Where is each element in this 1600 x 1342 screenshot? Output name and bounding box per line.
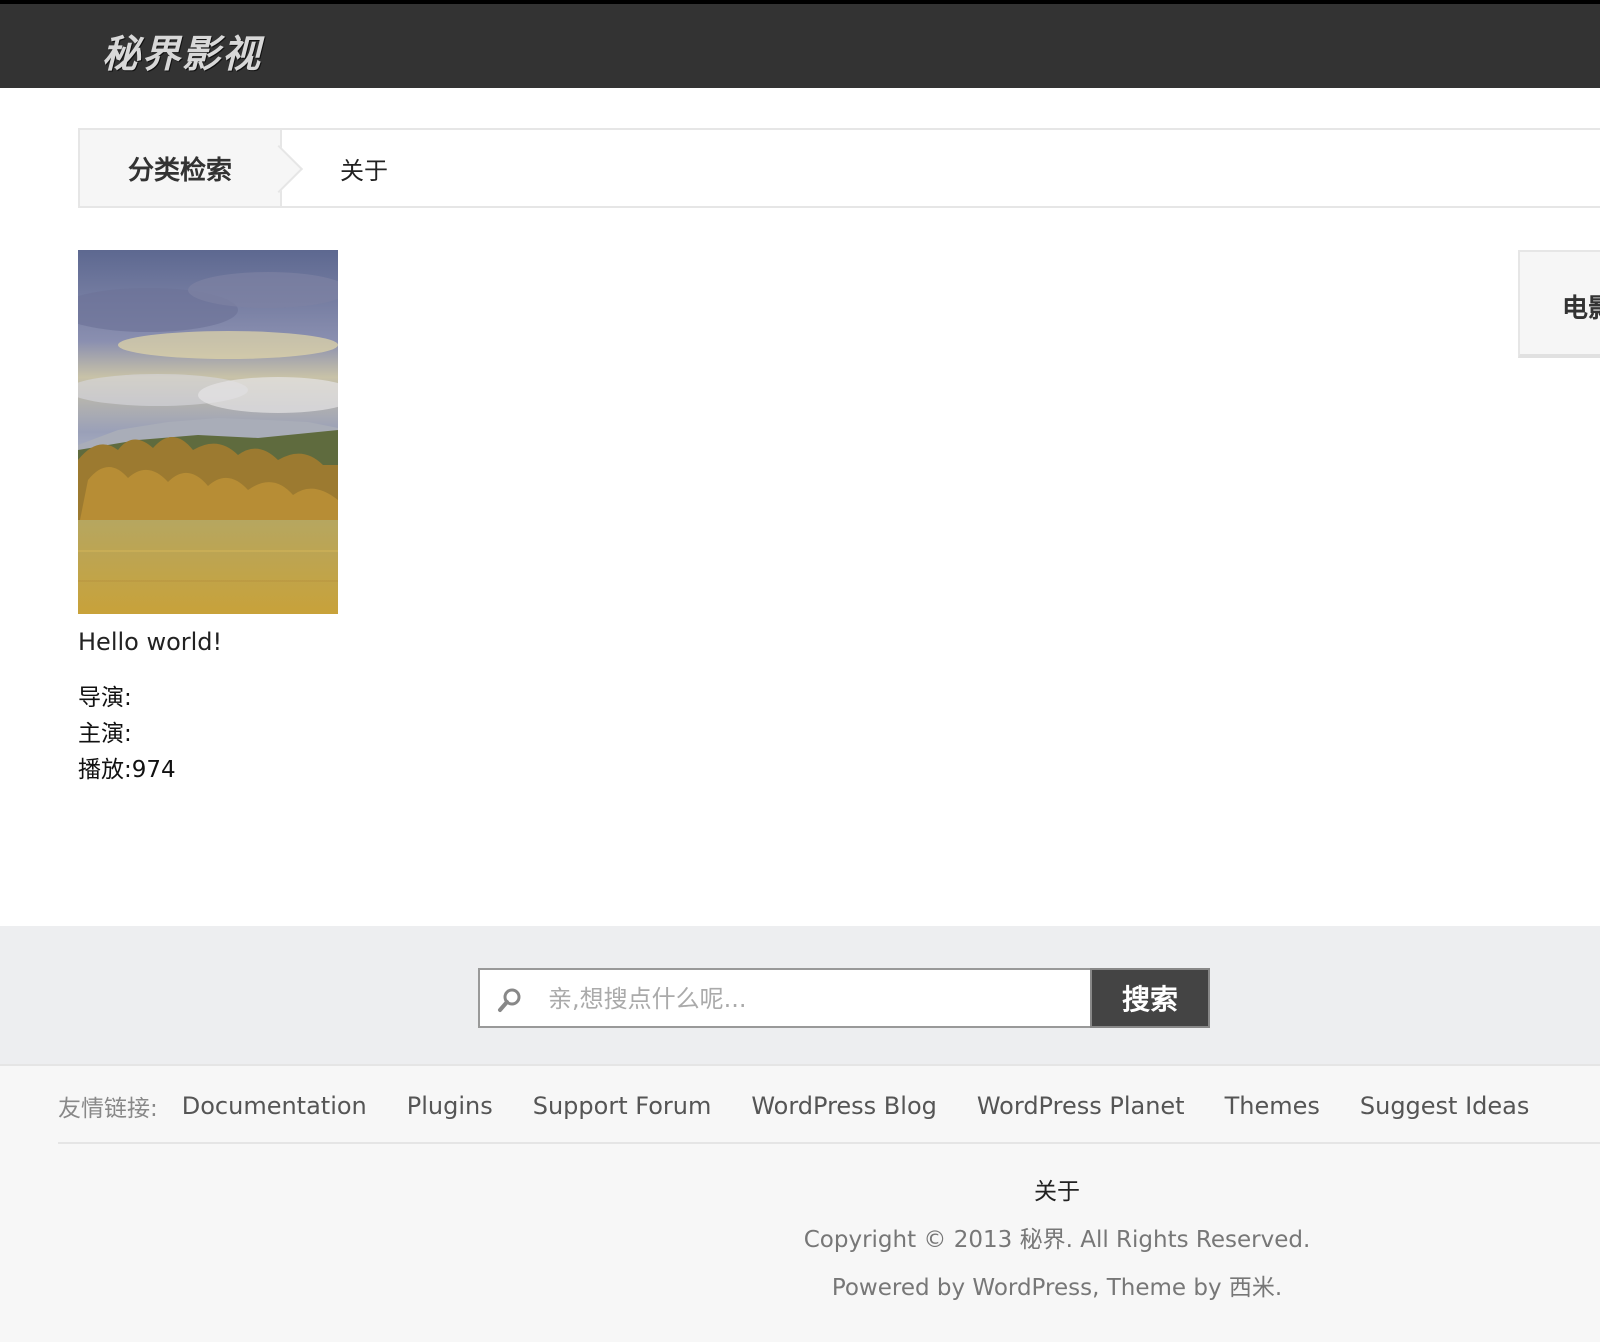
friend-link-wordpress-blog[interactable]: WordPress Blog — [751, 1092, 937, 1120]
category-link-about[interactable]: 关于 — [340, 130, 388, 206]
copyright-text: Copyright © 2013 秘界. All Rights Reserved… — [803, 1227, 1311, 1253]
post-poster[interactable] — [78, 250, 338, 614]
search-input[interactable] — [546, 978, 1080, 1020]
friend-links-label: 友情链接: — [58, 1096, 158, 1122]
post-title[interactable]: Hello world! — [78, 628, 222, 656]
friend-link-wordpress-planet[interactable]: WordPress Planet — [977, 1092, 1185, 1120]
sidebar-widget: 电影 — [1518, 250, 1600, 358]
sidebar-widget-title: 电影 — [1562, 294, 1600, 324]
director-label: 导演: — [78, 685, 132, 711]
post-meta: 导演: 主演: 播放: 974 — [78, 680, 176, 788]
search-box — [478, 968, 1092, 1028]
site-header: 秘界影视 — [0, 4, 1600, 88]
friend-link-suggest-ideas[interactable]: Suggest Ideas — [1360, 1092, 1530, 1120]
friend-link-documentation[interactable]: Documentation — [182, 1092, 367, 1120]
cast-label: 主演: — [78, 721, 132, 747]
plays-label: 播放: — [78, 757, 132, 783]
meta-plays: 播放: 974 — [78, 752, 176, 788]
meta-cast: 主演: — [78, 716, 176, 752]
friend-link-plugins[interactable]: Plugins — [407, 1092, 493, 1120]
plays-value: 974 — [131, 757, 176, 783]
powered-by-text: Powered by WordPress, Theme by 西米. — [831, 1275, 1283, 1301]
friend-links: 友情链接: Documentation Plugins Support Foru… — [58, 1086, 1569, 1126]
footer-about-link[interactable]: 关于 — [1034, 1172, 1080, 1206]
footer-divider — [58, 1142, 1600, 1144]
search-button[interactable]: 搜索 — [1090, 968, 1210, 1028]
search-icon — [498, 988, 521, 1012]
meta-director: 导演: — [78, 680, 176, 716]
site-logo[interactable]: 秘界影视 — [102, 23, 262, 78]
friend-link-support-forum[interactable]: Support Forum — [533, 1092, 712, 1120]
landscape-image — [78, 250, 338, 614]
category-bar: 分类检索 关于 — [78, 128, 1600, 208]
category-label: 分类检索 — [80, 130, 282, 206]
friend-link-themes[interactable]: Themes — [1225, 1092, 1320, 1120]
